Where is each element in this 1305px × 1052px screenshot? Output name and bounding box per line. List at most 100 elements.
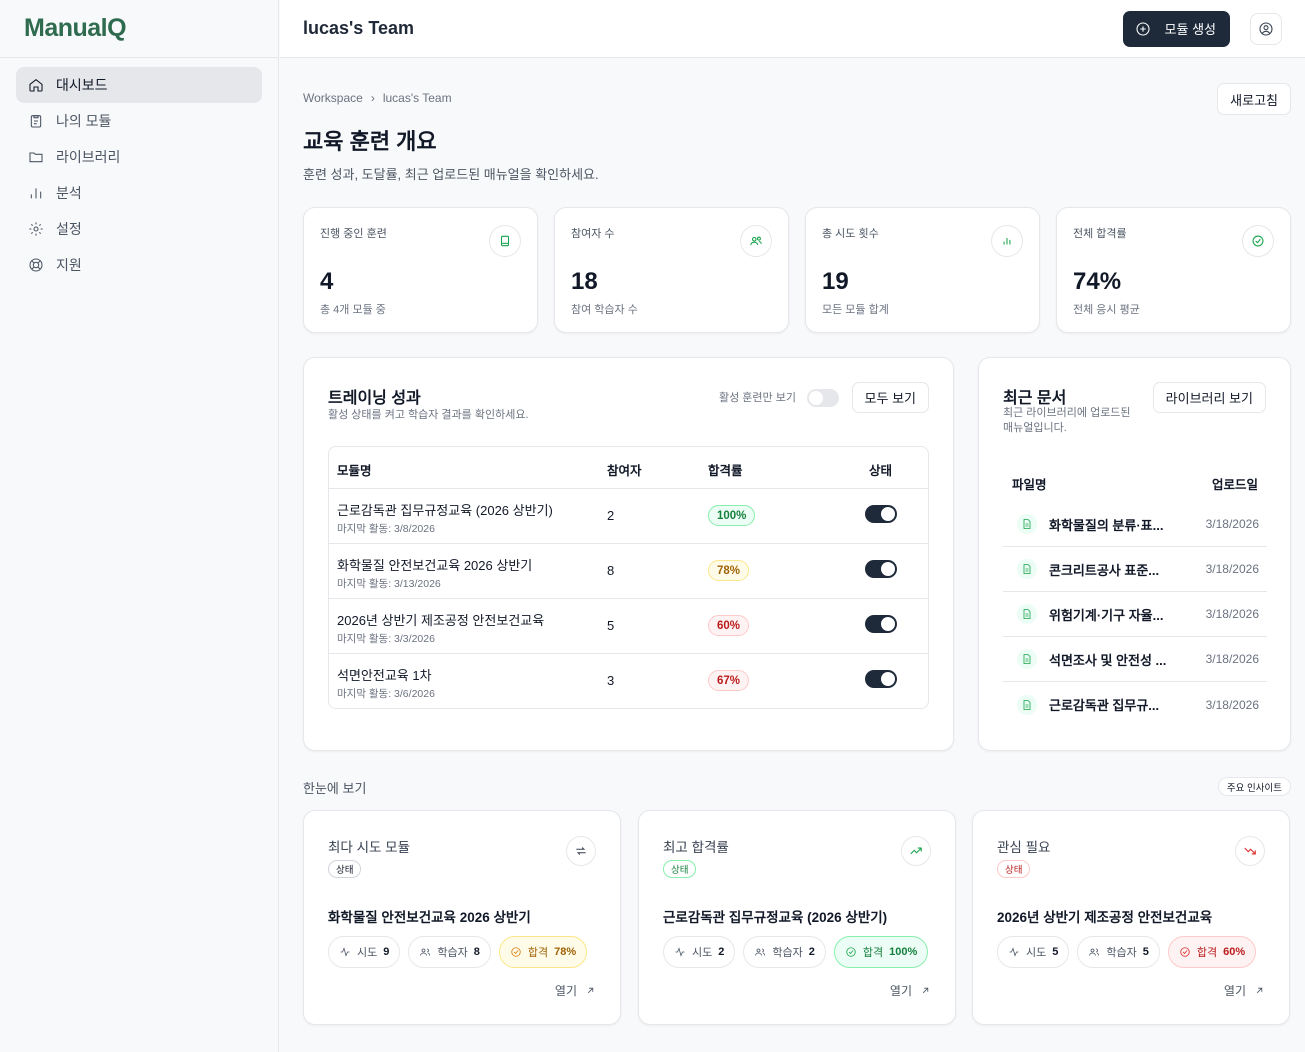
- document-date: 3/18/2026: [1205, 697, 1259, 712]
- pass-label: 합격: [1196, 947, 1218, 959]
- glance-module-name: 근로감독관 집무규정교육 (2026 상반기): [663, 910, 888, 925]
- training-title: 트레이닝 성과: [328, 390, 421, 407]
- glance-chips: 시도 2 학습자 2 합격 100%: [663, 936, 929, 968]
- header-pass-rate: 합격률: [708, 464, 743, 478]
- users-icon: [740, 225, 772, 257]
- insight-pill: 주요 인사이트: [1217, 777, 1291, 796]
- breadcrumb: Workspace › lucas's Team: [303, 91, 452, 105]
- status-toggle[interactable]: [865, 505, 897, 523]
- active-only-toggle[interactable]: [807, 389, 839, 407]
- documents-title: 최근 문서: [1003, 390, 1067, 407]
- open-link[interactable]: 열기: [1224, 982, 1265, 999]
- status-toggle[interactable]: [865, 560, 897, 578]
- check-circle-icon: [1180, 947, 1190, 957]
- document-row[interactable]: 근로감독관 집무규... 3/18/2026: [1003, 682, 1267, 727]
- account-button[interactable]: [1250, 12, 1282, 45]
- pass-rate-badge: 78%: [708, 560, 750, 581]
- open-label: 열기: [1223, 984, 1246, 998]
- breadcrumb-root[interactable]: Workspace: [303, 91, 363, 105]
- participants-count: 5: [607, 618, 615, 633]
- view-all-button[interactable]: 모두 보기: [851, 382, 929, 413]
- sidebar-item-my-modules[interactable]: 나의 모듈: [16, 103, 262, 139]
- sidebar-item-library[interactable]: 라이브러리: [16, 139, 262, 175]
- sidebar-item-analytics[interactable]: 분석: [16, 175, 262, 211]
- topbar: lucas's Team 모듈 생성: [280, 0, 1305, 58]
- glance-chips: 시도 5 학습자 5 합격 60%: [997, 936, 1257, 968]
- users-icon: [1089, 948, 1100, 956]
- file-text-icon: [1017, 559, 1037, 579]
- glance-title: 한눈에 보기: [303, 781, 367, 796]
- last-activity: 마지막 활동: 3/6/2026: [337, 688, 435, 700]
- pass-value: 100%: [889, 946, 918, 958]
- learners-value: 8: [473, 946, 480, 958]
- document-row[interactable]: 위험기계·기구 자율... 3/18/2026: [1003, 592, 1267, 637]
- create-module-button[interactable]: 모듈 생성: [1122, 10, 1230, 47]
- attempts-chip: 시도 2: [663, 936, 736, 968]
- pass-chip: 합격 78%: [498, 936, 588, 968]
- attempts-chip: 시도 9: [328, 936, 401, 968]
- open-label: 열기: [889, 984, 912, 998]
- header-upload-date: 업로드일: [1211, 478, 1258, 492]
- learners-label: 학습자: [437, 947, 468, 959]
- sidebar-item-label: 설정: [56, 221, 82, 237]
- table-row[interactable]: 근로감독관 집무규정교육 (2026 상반기) 마지막 활동: 3/8/2026…: [329, 488, 928, 543]
- pass-rate-badge: 100%: [708, 505, 756, 526]
- header-module-name: 모듈명: [337, 464, 372, 478]
- document-date: 3/18/2026: [1205, 517, 1259, 531]
- refresh-button[interactable]: 새로고침: [1217, 83, 1291, 115]
- activity-icon: [1009, 947, 1019, 957]
- sidebar-item-label: 라이브러리: [56, 149, 121, 165]
- create-module-label: 모듈 생성: [1164, 22, 1216, 37]
- trending-down-icon: [1235, 836, 1265, 866]
- sidebar-item-support[interactable]: 지원: [16, 247, 262, 283]
- participants-count: 2: [607, 508, 615, 523]
- sidebar-item-label: 나의 모듈: [56, 113, 112, 129]
- glance-card-most-attempted: 최다 시도 모듈 상태 화학물질 안전보건교육 2026 상반기 시도 9 학습자…: [303, 810, 621, 1025]
- active-only-label: 활성 훈련만 보기: [719, 392, 796, 404]
- sidebar-item-dashboard[interactable]: 대시보드: [16, 67, 262, 103]
- document-name: 콘크리트공사 표준...: [1049, 562, 1160, 578]
- sidebar-nav: 대시보드 나의 모듈 라이브러리 분석 설정 지원: [0, 58, 278, 292]
- arrow-up-right-icon: [922, 987, 929, 994]
- document-name: 근로감독관 집무규...: [1049, 698, 1160, 713]
- attempts-label: 시도: [357, 947, 378, 959]
- last-activity: 마지막 활동: 3/3/2026: [337, 633, 435, 645]
- sidebar-item-label: 대시보드: [56, 77, 108, 93]
- team-title: lucas's Team: [303, 18, 415, 38]
- table-row[interactable]: 화학물질 안전보건교육 2026 상반기 마지막 활동: 3/13/2026 8…: [329, 543, 928, 598]
- recent-documents-card: 최근 문서 최근 라이브러리에 업로드된 매뉴얼입니다. 라이브러리 보기 파일…: [978, 357, 1291, 751]
- attempts-value: 9: [383, 946, 390, 958]
- glance-card-title: 최다 시도 모듈: [328, 840, 411, 855]
- glance-card-needs-attention: 관심 필요 상태 2026년 상반기 제조공정 안전보건교육 시도 5 학습자 5 …: [972, 810, 1290, 1025]
- open-label: 열기: [554, 984, 577, 998]
- pass-chip: 합격 60%: [1167, 936, 1257, 968]
- view-library-button[interactable]: 라이브러리 보기: [1152, 382, 1266, 413]
- table-row[interactable]: 석면안전교육 1차 마지막 활동: 3/6/2026 3 67%: [329, 653, 928, 708]
- sidebar-item-settings[interactable]: 설정: [16, 211, 262, 247]
- attempts-label: 시도: [692, 947, 713, 959]
- open-link[interactable]: 열기: [890, 982, 931, 999]
- stat-label: 참여자 수: [571, 228, 615, 240]
- status-toggle[interactable]: [865, 670, 897, 688]
- gear-icon: [29, 222, 43, 236]
- table-row[interactable]: 2026년 상반기 제조공정 안전보건교육 마지막 활동: 3/3/2026 5…: [329, 598, 928, 653]
- status-toggle[interactable]: [865, 615, 897, 633]
- attempts-value: 5: [1052, 946, 1059, 958]
- stat-value: 19: [822, 268, 849, 295]
- training-subtitle: 활성 상태를 켜고 학습자 결과를 확인하세요.: [328, 409, 529, 421]
- document-row[interactable]: 콘크리트공사 표준... 3/18/2026: [1003, 547, 1267, 592]
- open-link[interactable]: 열기: [555, 982, 596, 999]
- stat-sub: 전체 응시 평균: [1073, 304, 1140, 316]
- last-activity: 마지막 활동: 3/13/2026: [337, 578, 441, 590]
- home-icon: [29, 78, 43, 92]
- stat-card-pass-rate: 전체 합격률 74% 전체 응시 평균: [1056, 207, 1291, 333]
- attempts-label: 시도: [1026, 947, 1047, 959]
- logo[interactable]: ManualQ: [0, 0, 278, 58]
- bar-chart-icon: [30, 188, 42, 199]
- document-row[interactable]: 화학물질의 분류·표... 3/18/2026: [1003, 502, 1267, 547]
- logo-text: ManualQ: [24, 14, 127, 42]
- document-row[interactable]: 석면조사 및 안전성 ... 3/18/2026: [1003, 637, 1267, 682]
- attempts-value: 2: [718, 946, 725, 958]
- learners-value: 2: [808, 946, 815, 958]
- module-name: 석면안전교육 1차: [337, 668, 432, 683]
